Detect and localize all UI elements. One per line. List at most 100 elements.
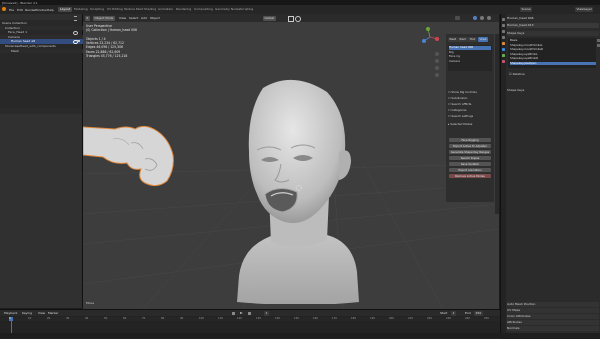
tab-rendering[interactable]: Rendering bbox=[174, 7, 193, 12]
color-attributes-section[interactable]: Color Attributes bbox=[507, 314, 599, 319]
npanel-list-item[interactable]: Camera bbox=[449, 59, 491, 64]
relative-checkbox[interactable]: ☑ Relative bbox=[509, 72, 525, 76]
timeline-menu-playback[interactable]: Playback bbox=[4, 311, 17, 316]
jump-start-icon[interactable] bbox=[232, 311, 235, 315]
npanel-check-2[interactable]: ☐ Subdivision bbox=[448, 96, 467, 100]
npanel-check-5[interactable]: ☐ Search settings bbox=[448, 114, 473, 118]
ortho-toggle-icon[interactable] bbox=[435, 73, 439, 77]
sidebar-tab-strip[interactable] bbox=[495, 34, 499, 214]
viewlayer-selector[interactable]: ViewLayer bbox=[575, 6, 594, 12]
generate-ranges-button[interactable]: Generate Shape Key Ranges bbox=[449, 150, 491, 155]
npanel-check-1[interactable]: ☐ Show Rig Controls bbox=[448, 90, 477, 94]
properties-object-name[interactable]: Human_head 006 bbox=[507, 16, 599, 21]
object-tab-icon[interactable] bbox=[501, 42, 506, 46]
last-operator-panel[interactable]: Move bbox=[86, 301, 94, 305]
output-tab-icon[interactable] bbox=[501, 30, 506, 34]
data-tab-icon[interactable] bbox=[501, 54, 506, 58]
current-frame-field[interactable]: 1 bbox=[264, 310, 269, 316]
npanel-check-3[interactable]: ☐ Search Afflicts bbox=[448, 102, 471, 106]
timeline-tick: 190 bbox=[370, 317, 375, 320]
tab-scripting[interactable]: Scripting bbox=[238, 7, 255, 12]
camera-view-icon[interactable] bbox=[435, 66, 439, 70]
tab-modeling[interactable]: Modeling bbox=[72, 7, 90, 12]
shape-keys-section-header[interactable]: Shape Keys bbox=[507, 31, 599, 36]
shading-material-icon[interactable] bbox=[480, 16, 484, 20]
viewport-menu-view[interactable]: View bbox=[119, 16, 126, 21]
timeline-menu-view[interactable]: View bbox=[38, 311, 45, 316]
viewport-menu-select[interactable]: Select bbox=[129, 16, 138, 21]
viewport-menu-object[interactable]: Object bbox=[150, 16, 160, 21]
npanel-list-item[interactable]: Human head 006 bbox=[449, 45, 491, 50]
timeline-tick: 10 bbox=[28, 317, 32, 320]
npanel-tab-view[interactable]: View bbox=[478, 37, 489, 42]
remove-active-modes-button[interactable]: Remove Active Modes bbox=[449, 174, 491, 179]
menu-file[interactable]: File bbox=[9, 8, 14, 12]
status-bar bbox=[0, 333, 600, 338]
eye-icon[interactable] bbox=[73, 31, 78, 35]
overlays-icon[interactable] bbox=[455, 16, 460, 20]
zoom-icon[interactable] bbox=[435, 52, 439, 56]
proportional-edit-icon[interactable] bbox=[295, 16, 301, 22]
tab-layout[interactable]: Layout bbox=[58, 6, 73, 12]
auto-mesh-section[interactable]: Auto Mesh Position bbox=[507, 302, 599, 307]
scene-tab-icon[interactable] bbox=[501, 36, 506, 40]
normals-section[interactable]: Normals bbox=[507, 326, 599, 331]
export-adjuster-button[interactable]: Export Active To Adjuster bbox=[449, 144, 491, 149]
npanel-tab-rest[interactable]: Rest bbox=[448, 37, 458, 42]
head-bust-mesh[interactable] bbox=[223, 76, 363, 304]
modifier-tab-icon[interactable] bbox=[501, 48, 506, 52]
navigation-gizmo[interactable] bbox=[419, 26, 441, 48]
shading-rendered-icon[interactable] bbox=[487, 16, 491, 20]
start-frame-field[interactable]: 1 bbox=[451, 310, 456, 316]
sidebar-n-panel: Rest Item Tool View Human head 006 Rig F… bbox=[446, 34, 494, 202]
npanel-tab-item[interactable]: Item bbox=[458, 37, 468, 42]
npanel-tab-tool[interactable]: Tool bbox=[468, 37, 477, 42]
mesh-data-name-field[interactable]: Human_head.013 bbox=[507, 23, 599, 28]
timeline-tick: 140 bbox=[275, 317, 280, 320]
camera-icon[interactable] bbox=[77, 40, 80, 42]
search-dupes-button[interactable]: Search Dupes bbox=[449, 156, 491, 161]
add-icon[interactable] bbox=[597, 39, 600, 42]
shape-key-item-selected[interactable]: Shapekey.jawOpen bbox=[510, 61, 596, 66]
face-rigging-button[interactable]: Face Rigging bbox=[449, 138, 491, 143]
scene-selector[interactable]: Scene bbox=[520, 6, 533, 12]
play-icon[interactable] bbox=[240, 311, 243, 314]
object-mode-dropdown[interactable]: Object Mode bbox=[93, 15, 115, 21]
timeline-tick: 170 bbox=[332, 317, 337, 320]
outliner-header bbox=[0, 14, 82, 21]
outliner-item-mesh[interactable]: Mesh bbox=[0, 48, 93, 54]
transform-orientation-dropdown[interactable]: Global bbox=[263, 15, 276, 21]
export-animation-button[interactable]: Export Animation bbox=[449, 168, 491, 173]
blender-logo-icon[interactable] bbox=[2, 7, 6, 11]
npanel-check-4[interactable]: ☐ Categories bbox=[448, 108, 466, 112]
viewport-menu-add[interactable]: Add bbox=[141, 16, 147, 21]
shading-solid-icon[interactable] bbox=[473, 16, 477, 20]
timeline-tick: 70 bbox=[142, 317, 146, 320]
npanel-check-6[interactable]: ▸ Selected Modes bbox=[448, 122, 472, 126]
attributes-section[interactable]: Attributes bbox=[507, 320, 599, 325]
uv-maps-section[interactable]: UV Maps bbox=[507, 308, 599, 313]
tab-animation[interactable]: Animation bbox=[156, 7, 175, 12]
shape-keys-subsection[interactable]: Shape Keys bbox=[507, 88, 599, 93]
timeline-menu-marker[interactable]: Marker bbox=[48, 311, 58, 316]
menu-window[interactable]: Window bbox=[35, 8, 47, 12]
tab-compositing[interactable]: Compositing bbox=[192, 7, 215, 12]
render-tab-icon[interactable] bbox=[501, 24, 506, 28]
editor-type-button[interactable]: ▾ bbox=[85, 15, 90, 21]
material-tab-icon[interactable] bbox=[501, 60, 506, 64]
tool-tab-icon[interactable] bbox=[501, 18, 506, 22]
jump-end-icon[interactable] bbox=[248, 311, 251, 315]
snap-icon[interactable] bbox=[288, 16, 294, 22]
menu-edit[interactable]: Edit bbox=[17, 8, 23, 12]
filter-icon[interactable] bbox=[74, 15, 77, 21]
timeline-ruler[interactable]: 0 10 20 30 40 50 60 70 80 90 100 110 120… bbox=[0, 317, 500, 321]
tab-sculpting[interactable]: Sculpting bbox=[88, 7, 106, 12]
save-updater-button[interactable]: Save Updater bbox=[449, 162, 491, 167]
menu-help[interactable]: Help bbox=[47, 8, 54, 12]
3d-viewport[interactable]: ▾ Object Mode View Select Add Object Glo… bbox=[83, 14, 499, 309]
timeline-menu-keying[interactable]: Keying bbox=[22, 311, 32, 316]
remove-icon[interactable] bbox=[597, 44, 600, 47]
hand-mesh[interactable] bbox=[83, 119, 183, 199]
pan-hand-icon[interactable] bbox=[435, 59, 439, 63]
end-frame-field[interactable]: 250 bbox=[474, 310, 483, 316]
